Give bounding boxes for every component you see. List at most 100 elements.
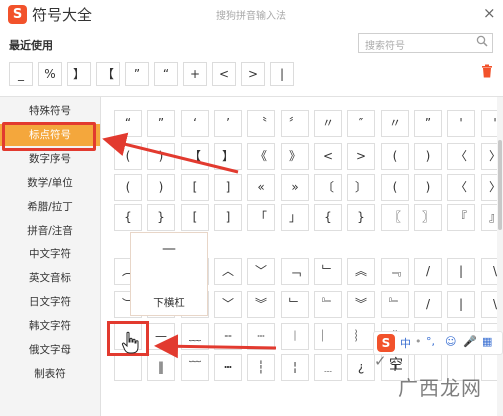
recent-symbol-cell[interactable]: % [38,62,62,86]
symbol-cell[interactable]: 〖 [381,204,409,231]
symbol-cell[interactable]: ︴ [347,323,375,350]
sidebar-item-greek[interactable]: 希腊/拉丁 [0,196,100,218]
symbol-cell[interactable]: 〕 [347,174,375,201]
symbol-cell[interactable]: 【 [181,143,209,170]
symbol-cell[interactable]: ” [414,110,442,137]
symbol-cell[interactable]: ﹂ [314,258,342,285]
symbol-cell[interactable]: ″ [347,110,375,137]
recent-symbol-cell[interactable]: 【 [96,62,120,86]
symbol-cell[interactable]: ﹀ [247,258,275,285]
symbol-cell[interactable]: 『 [447,204,475,231]
symbol-cell[interactable]: ( [114,143,142,170]
sidebar-item-chinese[interactable]: 中文字符 [0,243,100,265]
symbol-cell[interactable]: ( [381,174,409,201]
symbol-cell[interactable]: ﹀ [214,291,242,318]
symbol-cell[interactable]: “ [114,110,142,137]
symbol-cell[interactable]: ( [114,174,142,201]
symbol-cell[interactable]: 〈 [447,143,475,170]
symbol-cell[interactable]: > [347,143,375,170]
recent-symbol-cell[interactable]: _ [9,62,33,86]
symbol-cell[interactable]: ' [447,110,475,137]
symbol-cell[interactable]: 〃 [314,110,342,137]
symbol-cell[interactable]: ︳ [314,323,342,350]
symbol-cell[interactable]: ﹍ [314,354,342,381]
symbol-cell[interactable]: » [281,174,309,201]
symbol-cell[interactable]: / [414,291,442,318]
symbol-cell[interactable]: ︾ [247,291,275,318]
symbol-cell[interactable] [114,354,142,381]
symbol-cell[interactable]: 「 [247,204,275,231]
symbol-cell[interactable]: ) [147,143,175,170]
symbol-cell[interactable]: ] [214,174,242,201]
recent-symbol-cell[interactable]: 】 [67,62,91,86]
symbol-cell[interactable]: ﹏ [181,323,209,350]
symbol-cell[interactable]: ) [147,174,175,201]
symbol-cell[interactable]: } [147,204,175,231]
symbol-cell[interactable]: | [447,291,475,318]
symbol-cell[interactable]: ﹁ [281,258,309,285]
search-icon[interactable] [476,35,488,47]
symbol-cell[interactable]: ┄ [247,323,275,350]
symbol-cell[interactable]: ( [381,143,409,170]
symbol-cell[interactable]: 〃 [381,110,409,137]
symbol-cell[interactable]: ┅ [214,354,242,381]
symbol-cell[interactable]: ﹃ [381,258,409,285]
sidebar-item-math[interactable]: 数学/单位 [0,172,100,194]
symbol-cell[interactable]: [ [181,204,209,231]
symbol-cell[interactable]: ﹄ [314,291,342,318]
symbol-cell[interactable]: ﹂ [281,291,309,318]
symbol-cell[interactable]: ‖ [147,354,175,381]
symbol-cell[interactable]: { [314,204,342,231]
symbol-cell[interactable]: ’ [214,110,242,137]
scrollbar-thumb[interactable] [498,140,502,230]
close-icon[interactable]: × [483,4,496,22]
symbol-cell[interactable]: ﹄ [381,291,409,318]
sidebar-item-pinyin[interactable]: 拼音/注音 [0,220,100,242]
symbol-cell[interactable]: | [447,258,475,285]
symbol-cell[interactable]: ︽ [347,258,375,285]
recent-symbol-cell[interactable]: + [183,62,207,86]
symbol-cell[interactable]: } [347,204,375,231]
recent-symbol-cell[interactable]: < [212,62,236,86]
search-input[interactable] [359,37,469,56]
sidebar-item-russian[interactable]: 俄文字母 [0,339,100,361]
symbol-cell[interactable]: ︱ [281,323,309,350]
symbol-cell[interactable]: 》 [281,143,309,170]
symbol-cell[interactable]: 」 [281,204,309,231]
ime-lang-toggle[interactable]: 中 [400,335,411,351]
sidebar-item-japanese[interactable]: 日文字符 [0,291,100,313]
search-box[interactable] [358,33,493,56]
recent-symbol-cell[interactable]: > [241,62,265,86]
ime-punct-toggle[interactable]: °, [426,335,435,348]
symbol-cell[interactable]: ] [214,204,242,231]
symbol-cell[interactable]: 〝 [247,110,275,137]
symbol-cell[interactable]: ) [414,174,442,201]
recent-symbol-cell[interactable]: “ [154,62,178,86]
symbol-cell[interactable]: 〞 [281,110,309,137]
sidebar-item-table[interactable]: 制表符 [0,363,100,385]
symbol-cell[interactable]: ╌ [214,323,242,350]
ime-emoji-icon[interactable]: ☺ [445,335,456,348]
symbol-cell[interactable]: « [247,174,275,201]
ime-voice-icon[interactable]: 🎤 [463,335,477,348]
symbol-cell[interactable]: — [147,323,175,350]
symbol-cell[interactable]: 〗 [414,204,442,231]
symbol-cell[interactable]: / [414,258,442,285]
symbol-cell[interactable]: ‘ [181,110,209,137]
symbol-cell[interactable]: ﹋ [181,354,209,381]
ime-logo-icon[interactable]: S [377,334,395,352]
symbol-cell[interactable]: 〔 [314,174,342,201]
sidebar-item-number[interactable]: 数字序号 [0,148,100,170]
symbol-cell[interactable]: ” [147,110,175,137]
recent-symbol-cell[interactable]: | [270,62,294,86]
symbol-cell[interactable]: ︿ [214,258,242,285]
symbol-cell[interactable]: 《 [247,143,275,170]
symbol-cell[interactable]: 〈 [447,174,475,201]
trash-icon[interactable] [481,64,493,78]
symbol-cell[interactable]: ) [414,143,442,170]
symbol-cell[interactable]: 】 [214,143,242,170]
sidebar-item-korean[interactable]: 韩文字符 [0,315,100,337]
symbol-cell[interactable]: [ [181,174,209,201]
symbol-cell[interactable]: ¿ [347,354,375,381]
sidebar-item-phonetic[interactable]: 英文音标 [0,267,100,289]
